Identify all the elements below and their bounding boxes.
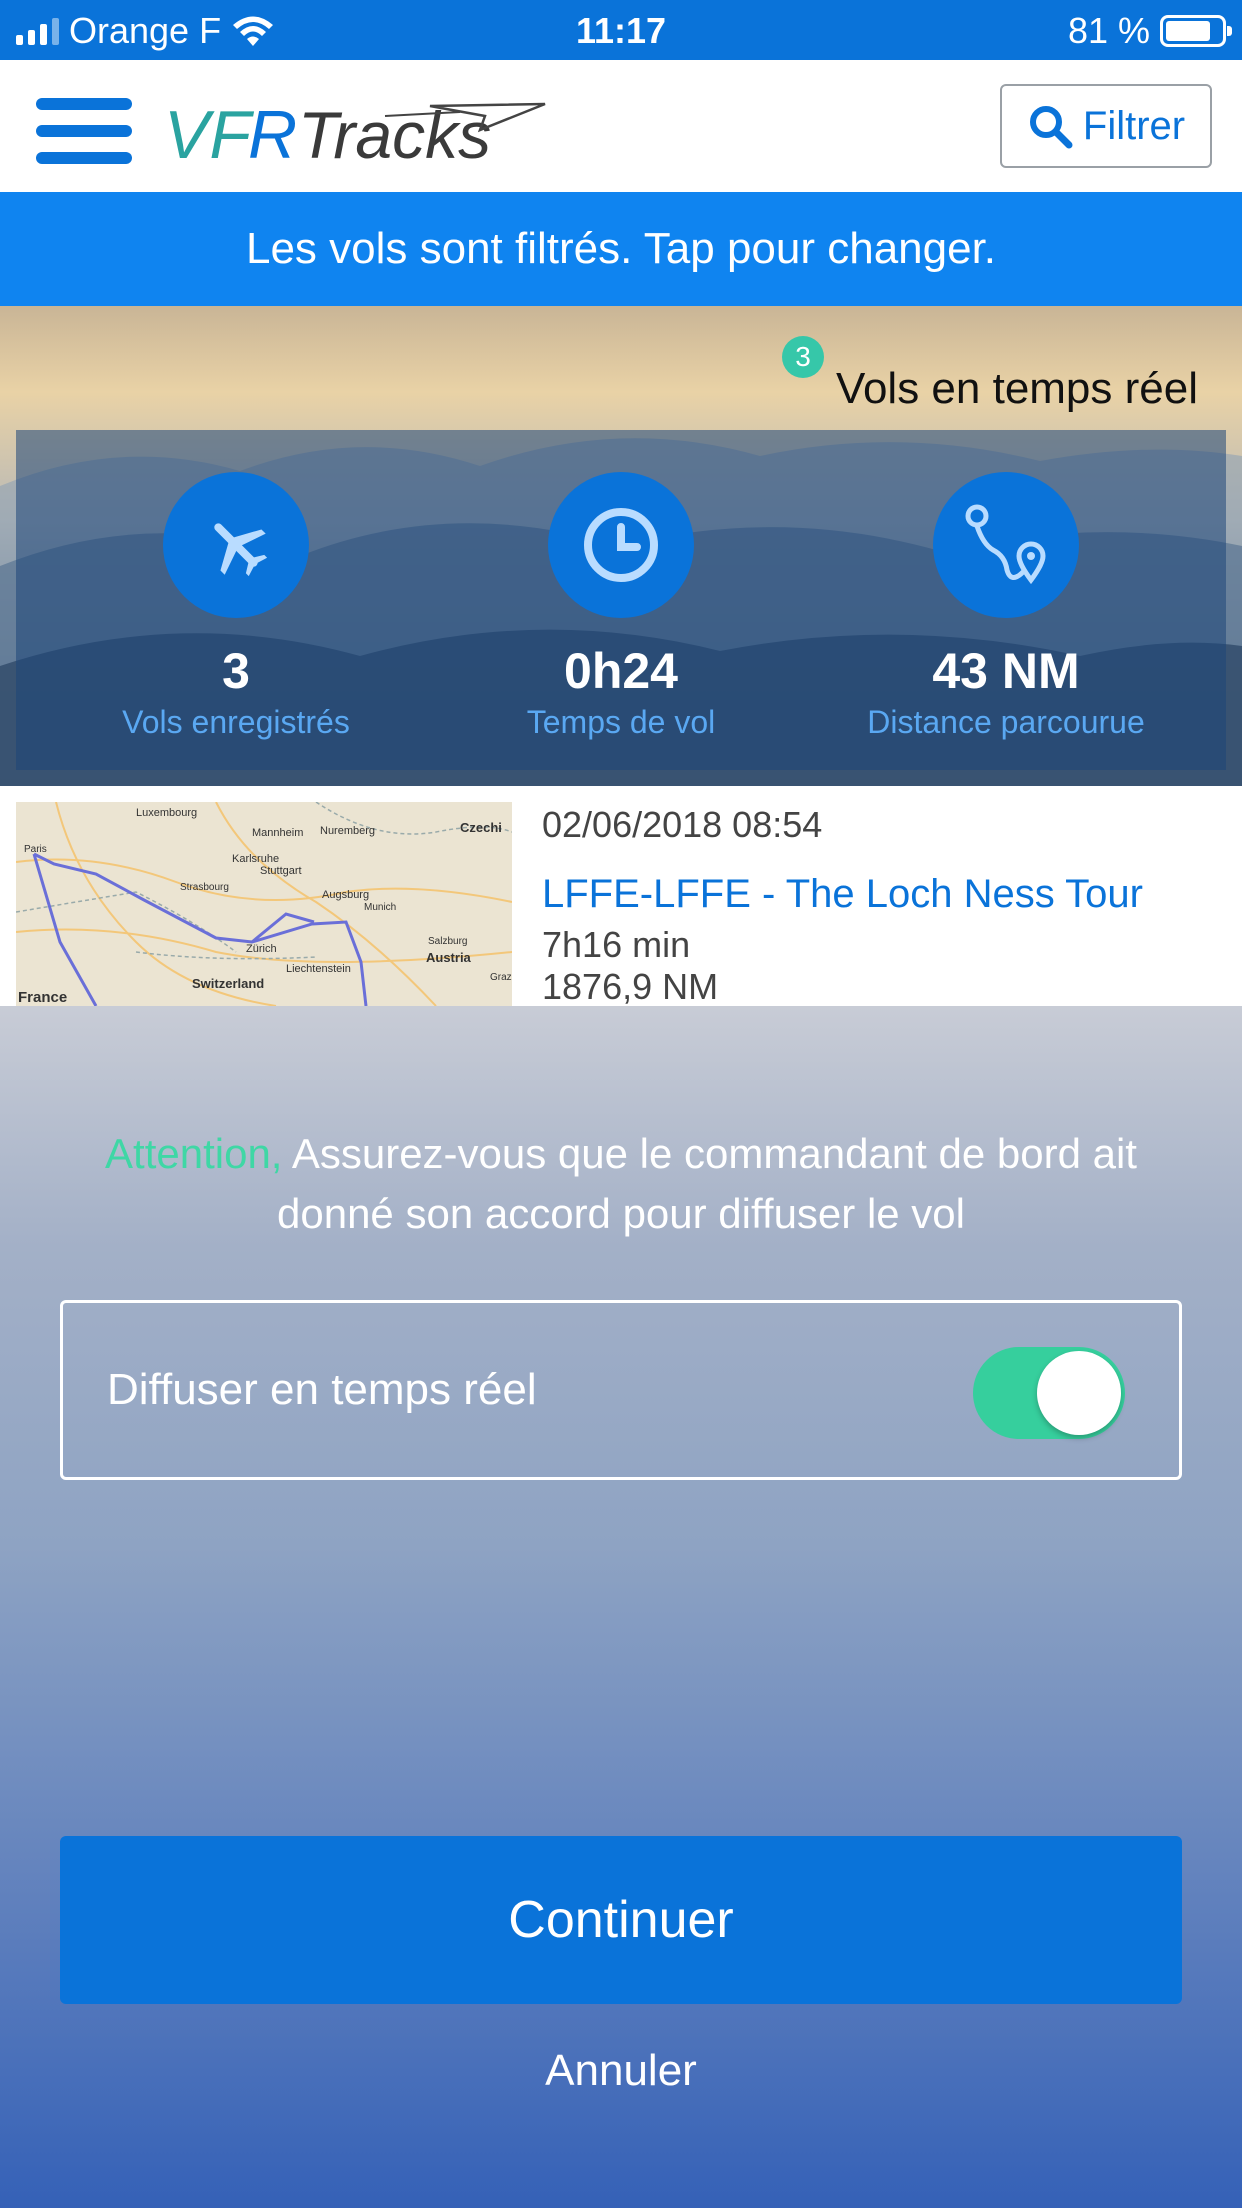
flight-distance: 1876,9 NM bbox=[542, 966, 719, 1007]
warning-attention: Attention, bbox=[105, 1130, 283, 1177]
cancel-button[interactable]: Annuler bbox=[0, 2046, 1242, 2096]
stats-hero: 3 Vols en temps réel 3 Vols enregistrés bbox=[0, 306, 1242, 786]
flight-date: 02/06/2018 08:54 bbox=[542, 804, 823, 845]
warning-message: Attention, Assurez-vous que le commandan… bbox=[60, 1124, 1182, 1244]
map-label-salzburg: Salzburg bbox=[428, 936, 467, 947]
map-label-luxembourg: Luxembourg bbox=[136, 807, 197, 819]
svg-text:R: R bbox=[248, 97, 297, 173]
map-label-zurich: Zürich bbox=[246, 943, 277, 955]
stat-flights: 3 Vols enregistrés bbox=[36, 430, 436, 741]
stat-distance-value: 43 NM bbox=[932, 643, 1080, 699]
filter-button[interactable]: Filtrer bbox=[1000, 84, 1212, 168]
navbar: VF R Tracks Filtrer bbox=[0, 60, 1242, 192]
search-icon bbox=[1029, 106, 1073, 149]
live-broadcast-dialog: Attention, Assurez-vous que le commandan… bbox=[0, 1006, 1242, 2208]
stat-distance-label: Distance parcourue bbox=[867, 704, 1145, 740]
map-label-paris: Paris bbox=[24, 844, 47, 855]
map-label-stuttgart: Stuttgart bbox=[260, 865, 302, 877]
clock-time: 11:17 bbox=[575, 10, 667, 51]
warning-text: Assurez-vous que le commandant de bord a… bbox=[277, 1130, 1137, 1237]
filter-label: Filtrer bbox=[1082, 103, 1186, 148]
battery-percent: 81 % bbox=[1067, 10, 1150, 51]
map-label-strasbourg: Strasbourg bbox=[180, 882, 229, 893]
map-label-munich: Munich bbox=[364, 902, 396, 913]
filter-banner-text: Les vols sont filtrés. Tap pour changer. bbox=[245, 224, 997, 273]
stat-flights-label: Vols enregistrés bbox=[122, 704, 350, 740]
airplane-icon bbox=[214, 523, 268, 577]
svg-text:Tracks: Tracks bbox=[298, 98, 491, 172]
broadcast-toggle[interactable] bbox=[973, 1347, 1125, 1439]
map-label-graz: Graz bbox=[490, 972, 512, 983]
live-flights-link[interactable]: Vols en temps réel bbox=[836, 364, 1198, 414]
toggle-knob bbox=[1037, 1351, 1121, 1435]
broadcast-toggle-label: Diffuser en temps réel bbox=[107, 1365, 537, 1414]
continue-button[interactable]: Continuer bbox=[60, 1836, 1182, 2004]
filter-banner[interactable]: Les vols sont filtrés. Tap pour changer. bbox=[0, 192, 1242, 306]
map-label-augsburg: Augsburg bbox=[322, 889, 369, 901]
stat-time-value: 0h24 bbox=[564, 643, 678, 699]
flight-title[interactable]: LFFE-LFFE - The Loch Ness Tour bbox=[542, 872, 1143, 917]
clock-icon bbox=[584, 508, 658, 582]
map-label-karlsruhe: Karlsruhe bbox=[232, 853, 279, 865]
stat-flights-value: 3 bbox=[222, 643, 250, 699]
map-label-liechtenstein: Liechtenstein bbox=[286, 963, 351, 975]
flight-duration: 7h16 min bbox=[542, 924, 691, 965]
flight-list-item[interactable]: Luxembourg Nuremberg Czechi Mannheim Kar… bbox=[0, 786, 1242, 1007]
map-label-czechia: Czechi bbox=[460, 820, 502, 835]
route-icon bbox=[965, 504, 1046, 585]
map-label-mannheim: Mannheim bbox=[252, 827, 303, 839]
map-label-france: France bbox=[18, 989, 67, 1006]
map-label-switzerland: Switzerland bbox=[192, 976, 264, 991]
map-label-austria: Austria bbox=[426, 950, 472, 965]
stat-time: 0h24 Temps de vol bbox=[421, 430, 821, 741]
svg-text:VF: VF bbox=[164, 97, 254, 173]
menu-icon[interactable] bbox=[36, 98, 132, 164]
flight-map-thumbnail: Luxembourg Nuremberg Czechi Mannheim Kar… bbox=[16, 802, 512, 1006]
stat-time-label: Temps de vol bbox=[526, 704, 716, 740]
battery-icon bbox=[1160, 15, 1232, 47]
live-count-badge: 3 bbox=[782, 336, 824, 378]
stats-panel: 3 Vols enregistrés 0h24 Temps de vol 43 … bbox=[16, 430, 1226, 770]
status-bar: Orange F 11:17 81 % bbox=[0, 0, 1242, 60]
broadcast-toggle-row: Diffuser en temps réel bbox=[60, 1300, 1182, 1480]
stat-distance: 43 NM Distance parcourue bbox=[806, 430, 1206, 741]
map-label-nuremberg: Nuremberg bbox=[320, 825, 375, 837]
app-logo: VF R Tracks bbox=[164, 97, 546, 173]
